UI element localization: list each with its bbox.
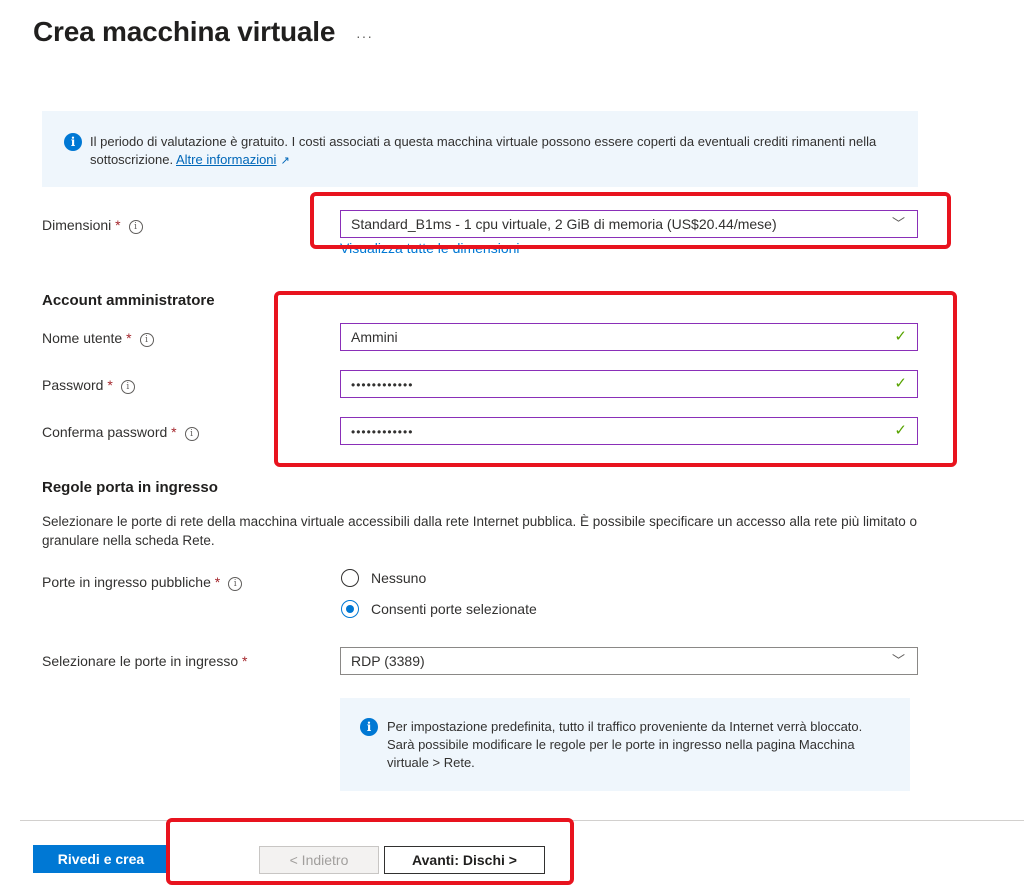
required-marker: * <box>242 653 248 669</box>
info-tooltip-icon[interactable]: i <box>184 427 199 441</box>
radio-none[interactable] <box>341 569 359 587</box>
ports-section-title: Regole porta in ingresso <box>42 479 218 496</box>
inbound-ports-select[interactable]: RDP (3389) ﹀ <box>340 647 918 675</box>
footer-divider <box>20 820 1024 821</box>
required-marker: * <box>107 377 113 393</box>
username-label: Nome utente * i <box>42 330 154 347</box>
ports-info-note: i Per impostazione predefinita, tutto il… <box>340 698 910 791</box>
info-icon: i <box>360 718 378 736</box>
valid-check-icon: ✓ <box>894 375 907 392</box>
info-tooltip-icon[interactable]: i <box>139 333 154 347</box>
valid-check-icon: ✓ <box>894 422 907 439</box>
radio-allow-selected-label[interactable]: Consenti porte selezionate <box>371 601 537 617</box>
more-options-button[interactable]: ··· <box>356 28 373 44</box>
note-text: Per impostazione predefinita, tutto il t… <box>387 719 863 770</box>
info-tooltip-icon[interactable]: i <box>128 220 143 234</box>
required-marker: * <box>126 330 132 346</box>
valid-check-icon: ✓ <box>894 328 907 345</box>
back-button[interactable]: < Indietro <box>259 846 379 874</box>
info-tooltip-icon[interactable]: i <box>120 380 135 394</box>
required-marker: * <box>171 424 177 440</box>
learn-more-link[interactable]: Altre informazioni <box>176 152 276 167</box>
page-title: Crea macchina virtuale <box>33 16 336 47</box>
review-create-button[interactable]: Rivedi e crea <box>33 845 169 873</box>
info-tooltip-icon[interactable]: i <box>228 577 243 591</box>
ports-description: Selezionare le porte di rete della macch… <box>42 514 917 548</box>
trial-info-banner: i Il periodo di valutazione è gratuito. … <box>42 111 918 187</box>
required-marker: * <box>115 217 121 233</box>
inbound-ports-label: Selezionare le porte in ingresso * <box>42 653 248 669</box>
external-link-icon: ↗ <box>280 155 290 167</box>
confirm-password-input[interactable]: •••••••••••• ✓ <box>340 417 918 445</box>
admin-section-title: Account amministratore <box>42 292 215 309</box>
required-marker: * <box>214 574 221 590</box>
password-label: Password * i <box>42 377 135 394</box>
banner-text: Il periodo di valutazione è gratuito. I … <box>90 133 890 170</box>
confirm-password-label: Conferma password * i <box>42 424 199 441</box>
password-input[interactable]: •••••••••••• ✓ <box>340 370 918 398</box>
username-input[interactable]: Ammini ✓ <box>340 323 918 351</box>
see-all-sizes-link[interactable]: Visualizza tutte le dimensioni <box>340 240 520 256</box>
info-icon: i <box>64 133 82 151</box>
chevron-down-icon: ﹀ <box>891 216 905 231</box>
chevron-down-icon: ﹀ <box>891 653 905 668</box>
size-select[interactable]: Standard_B1ms - 1 cpu virtuale, 2 GiB di… <box>340 210 918 238</box>
next-disks-button[interactable]: Avanti: Dischi > <box>384 846 545 874</box>
radio-allow-selected-ports[interactable] <box>341 600 359 618</box>
size-label: Dimensioni * i <box>42 217 143 234</box>
public-ports-label: Porte in ingresso pubbliche * i <box>42 574 243 591</box>
radio-none-label[interactable]: Nessuno <box>371 570 426 586</box>
